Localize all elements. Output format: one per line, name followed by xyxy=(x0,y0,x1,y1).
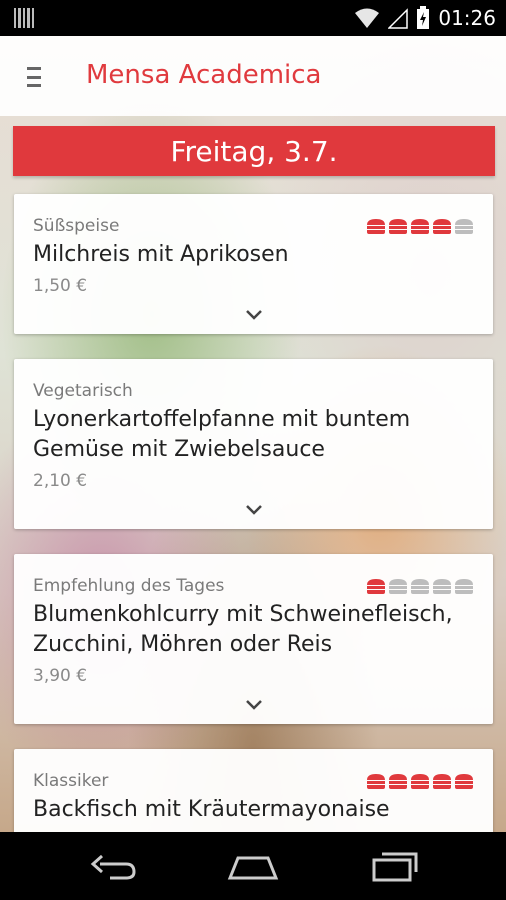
notification-icon xyxy=(14,8,35,28)
battery-icon xyxy=(417,6,430,29)
meal-price: 3,90 € xyxy=(33,666,88,686)
burger-rating-icon xyxy=(388,218,408,235)
burger-rating-icon xyxy=(410,578,430,595)
burger-rating-icon xyxy=(410,218,430,235)
app-bar: Mensa Academica xyxy=(0,36,506,116)
meal-card[interactable]: Vegetarisch Lyonerkartoffelpfanne mit bu… xyxy=(14,359,493,529)
meal-price: 1,50 € xyxy=(33,276,88,296)
meal-card[interactable]: Empfehlung des Tages Blumenkohlcurry mit… xyxy=(14,554,493,724)
meal-card[interactable]: Süßspeise Milchreis mit Aprikosen 1,50 € xyxy=(14,194,493,334)
burger-rating-icon xyxy=(388,773,408,790)
burger-rating-icon xyxy=(432,218,452,235)
burger-rating-icon xyxy=(410,773,430,790)
status-time: 01:26 xyxy=(438,6,496,30)
burger-rating-icon xyxy=(454,578,474,595)
meal-category: Empfehlung des Tages xyxy=(33,576,225,596)
burger-rating-icon xyxy=(432,578,452,595)
hamburger-menu-icon[interactable] xyxy=(27,67,43,87)
signal-icon xyxy=(388,8,409,29)
meal-rating xyxy=(366,218,474,235)
chevron-down-icon[interactable] xyxy=(244,698,264,712)
meal-name: Blumenkohlcurry mit Schweinefleisch, Zuc… xyxy=(33,602,453,657)
burger-rating-icon xyxy=(366,773,386,790)
meal-name: Milchreis mit Aprikosen xyxy=(33,242,289,267)
meal-category: Klassiker xyxy=(33,771,109,791)
burger-rating-icon xyxy=(366,218,386,235)
meal-price: 2,10 € xyxy=(33,471,88,491)
burger-rating-icon xyxy=(388,578,408,595)
app-content[interactable]: Mensa Academica Freitag, 3.7. Süßspeise … xyxy=(0,36,506,832)
wifi-icon xyxy=(355,8,380,28)
chevron-down-icon[interactable] xyxy=(244,308,264,322)
navigation-bar xyxy=(0,832,506,900)
meal-rating xyxy=(366,773,474,790)
meal-rating xyxy=(366,578,474,595)
meal-name: Backfisch mit Kräutermayonaise xyxy=(33,797,390,822)
recents-icon[interactable] xyxy=(370,850,420,882)
burger-rating-icon xyxy=(454,218,474,235)
meal-card[interactable]: Klassiker Backfisch mit Kräutermayonaise xyxy=(14,749,493,832)
day-header: Freitag, 3.7. xyxy=(13,126,495,176)
burger-rating-icon xyxy=(432,773,452,790)
home-icon[interactable] xyxy=(226,850,280,882)
burger-rating-icon xyxy=(454,773,474,790)
meal-category: Süßspeise xyxy=(33,216,120,236)
chevron-down-icon[interactable] xyxy=(244,503,264,517)
back-icon[interactable] xyxy=(88,850,138,882)
meal-category: Vegetarisch xyxy=(33,381,133,401)
app-title: Mensa Academica xyxy=(86,60,322,90)
meal-name: Lyonerkartoffelpfanne mit buntem Gemüse … xyxy=(33,407,411,462)
status-bar: 01:26 xyxy=(0,0,506,36)
burger-rating-icon xyxy=(366,578,386,595)
